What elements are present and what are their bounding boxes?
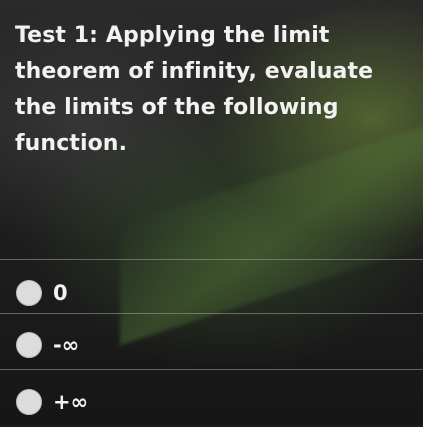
option-negative-infinity[interactable]: -∞ bbox=[0, 318, 423, 372]
option-0[interactable]: 0 bbox=[0, 264, 423, 318]
option-positive-infinity[interactable]: +∞ bbox=[0, 373, 423, 427]
divider bbox=[0, 369, 423, 370]
divider bbox=[0, 313, 423, 314]
divider bbox=[0, 259, 423, 260]
radio-button[interactable] bbox=[16, 332, 42, 358]
option-label: 0 bbox=[53, 281, 68, 305]
option-label: -∞ bbox=[53, 333, 80, 357]
radio-button[interactable] bbox=[16, 389, 42, 415]
question-text: Test 1: Applying the limit theorem of in… bbox=[15, 23, 374, 156]
radio-button[interactable] bbox=[16, 280, 42, 306]
option-label: +∞ bbox=[53, 390, 89, 414]
